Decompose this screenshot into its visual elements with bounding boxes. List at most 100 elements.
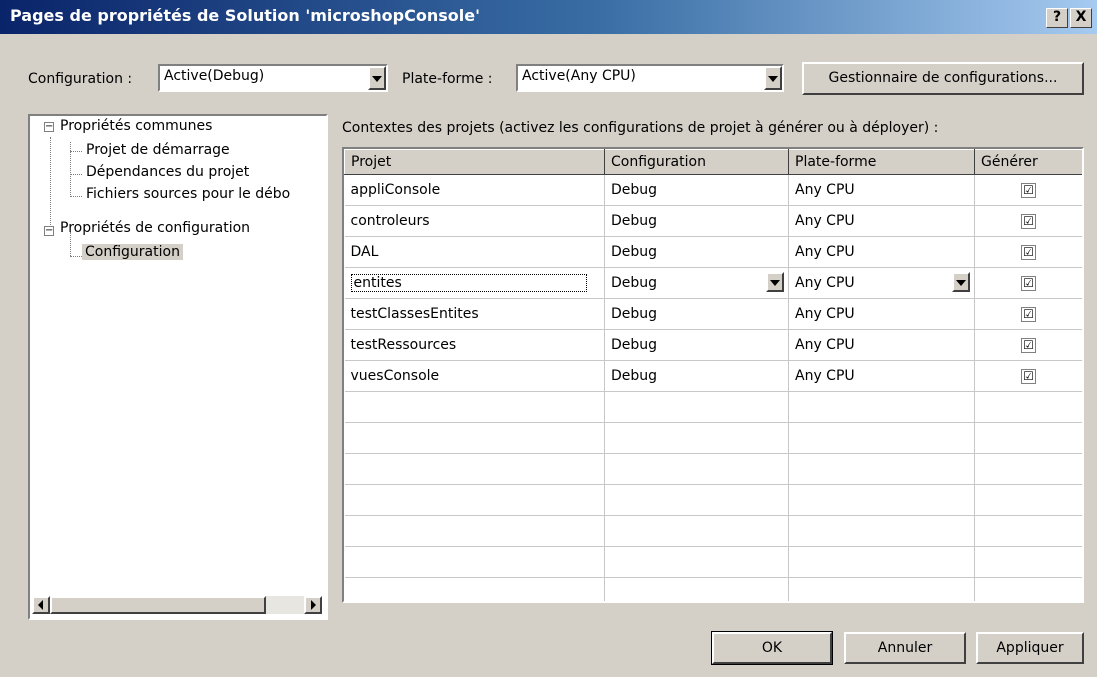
table-row[interactable]: appliConsole Debug Any CPU ☑ bbox=[344, 174, 1082, 206]
configuration-dropdown-arrow[interactable] bbox=[368, 66, 386, 90]
platform-cell[interactable]: Any CPU bbox=[788, 205, 975, 237]
arrow-right-icon bbox=[311, 600, 316, 610]
table-header-row: Projet Configuration Plate-forme Générer bbox=[344, 149, 1082, 175]
platform-select[interactable]: Active(Any CPU) bbox=[516, 64, 784, 92]
scroll-left-button[interactable] bbox=[32, 596, 50, 614]
empty-cell bbox=[974, 453, 1082, 485]
platform-cell[interactable]: Any CPU bbox=[788, 360, 975, 392]
window-title: Pages de propriétés de Solution 'microsh… bbox=[10, 6, 480, 25]
configuration-cell[interactable]: Debug bbox=[604, 329, 789, 361]
project-cell[interactable]: appliConsole bbox=[344, 174, 605, 206]
cancel-button[interactable]: Annuler bbox=[844, 632, 966, 664]
tree-item-common-properties[interactable]: Propriétés communes bbox=[60, 118, 212, 134]
platform-cell-text: Any CPU bbox=[795, 275, 855, 291]
build-checkbox[interactable]: ☑ bbox=[1021, 275, 1036, 291]
empty-row bbox=[344, 391, 1082, 423]
configuration-select-value: Active(Debug) bbox=[164, 68, 265, 84]
configuration-cell[interactable]: Debug bbox=[604, 174, 789, 206]
build-cell: ☑ bbox=[974, 205, 1082, 237]
table-row-selected[interactable]: entites Debug Any CPU ☑ bbox=[344, 267, 1082, 299]
tree-line bbox=[50, 137, 51, 235]
project-cell[interactable]: DAL bbox=[344, 236, 605, 268]
build-checkbox[interactable]: ☑ bbox=[1021, 244, 1036, 260]
table-row[interactable]: DAL Debug Any CPU ☑ bbox=[344, 236, 1082, 268]
project-cell[interactable]: testRessources bbox=[344, 329, 605, 361]
platform-dropdown-arrow[interactable] bbox=[764, 66, 782, 90]
tree-item-debug-source-files[interactable]: Fichiers sources pour le débo bbox=[86, 186, 290, 202]
build-cell: ☑ bbox=[974, 329, 1082, 361]
build-cell: ☑ bbox=[974, 298, 1082, 330]
platform-cell[interactable]: Any CPU bbox=[788, 236, 975, 268]
project-contexts-grid: Projet Configuration Plate-forme Générer… bbox=[342, 147, 1084, 603]
tree-line bbox=[70, 196, 82, 197]
table-row[interactable]: testRessources Debug Any CPU ☑ bbox=[344, 329, 1082, 361]
empty-cell bbox=[974, 484, 1082, 516]
empty-cell bbox=[604, 453, 789, 485]
build-cell: ☑ bbox=[974, 236, 1082, 268]
title-bar: Pages de propriétés de Solution 'microsh… bbox=[0, 0, 1097, 34]
empty-cell bbox=[344, 391, 605, 423]
empty-row bbox=[344, 577, 1082, 601]
project-cell[interactable]: controleurs bbox=[344, 205, 605, 237]
grid-heading: Contextes des projets (activez les confi… bbox=[342, 120, 939, 136]
build-checkbox[interactable]: ☑ bbox=[1021, 306, 1036, 322]
platform-cell-dropdown[interactable]: Any CPU bbox=[788, 267, 975, 299]
column-header-project[interactable]: Projet bbox=[344, 149, 605, 175]
apply-button[interactable]: Appliquer bbox=[976, 632, 1084, 664]
build-checkbox[interactable]: ☑ bbox=[1021, 182, 1036, 198]
empty-cell bbox=[604, 546, 789, 578]
close-button[interactable]: X bbox=[1070, 8, 1092, 28]
empty-cell bbox=[344, 422, 605, 454]
empty-cell bbox=[788, 422, 975, 454]
property-tree: − Propriétés communes Projet de démarrag… bbox=[28, 114, 328, 620]
configuration-cell[interactable]: Debug bbox=[604, 360, 789, 392]
tree-line bbox=[70, 142, 71, 195]
tree-item-configuration[interactable]: Configuration bbox=[82, 244, 183, 260]
table-row[interactable]: testClassesEntites Debug Any CPU ☑ bbox=[344, 298, 1082, 330]
scroll-right-button[interactable] bbox=[304, 596, 322, 614]
help-button[interactable]: ? bbox=[1046, 8, 1068, 28]
project-cell[interactable]: testClassesEntites bbox=[344, 298, 605, 330]
tree-item-startup-project[interactable]: Projet de démarrage bbox=[86, 142, 230, 158]
platform-label: Plate-forme : bbox=[402, 71, 493, 87]
empty-cell bbox=[788, 453, 975, 485]
horizontal-scrollbar-thumb[interactable] bbox=[50, 596, 266, 614]
tree-line bbox=[70, 174, 82, 175]
platform-cell[interactable]: Any CPU bbox=[788, 298, 975, 330]
platform-cell[interactable]: Any CPU bbox=[788, 329, 975, 361]
empty-cell bbox=[974, 515, 1082, 547]
configuration-cell[interactable]: Debug bbox=[604, 205, 789, 237]
table-row[interactable]: vuesConsole Debug Any CPU ☑ bbox=[344, 360, 1082, 392]
configuration-select[interactable]: Active(Debug) bbox=[158, 64, 388, 92]
empty-cell bbox=[788, 391, 975, 423]
empty-cell bbox=[604, 422, 789, 454]
table-row[interactable]: controleurs Debug Any CPU ☑ bbox=[344, 205, 1082, 237]
column-header-platform[interactable]: Plate-forme bbox=[788, 149, 975, 175]
empty-cell bbox=[788, 546, 975, 578]
empty-cell bbox=[974, 422, 1082, 454]
tree-item-configuration-properties[interactable]: Propriétés de configuration bbox=[60, 220, 250, 236]
column-header-configuration[interactable]: Configuration bbox=[604, 149, 789, 175]
empty-cell bbox=[974, 577, 1082, 601]
collapse-icon[interactable]: − bbox=[44, 226, 54, 236]
empty-cell bbox=[788, 577, 975, 601]
configuration-cell-dropdown[interactable]: Debug bbox=[604, 267, 789, 299]
platform-cell-dropdown-arrow[interactable] bbox=[952, 272, 970, 292]
tree-line bbox=[70, 151, 82, 152]
configuration-manager-button[interactable]: Gestionnaire de configurations... bbox=[802, 62, 1084, 95]
build-checkbox[interactable]: ☑ bbox=[1021, 368, 1036, 384]
empty-row bbox=[344, 422, 1082, 454]
build-checkbox[interactable]: ☑ bbox=[1021, 213, 1036, 229]
tree-item-project-dependencies[interactable]: Dépendances du projet bbox=[86, 164, 249, 180]
configuration-cell-dropdown-arrow[interactable] bbox=[766, 272, 784, 292]
platform-cell[interactable]: Any CPU bbox=[788, 174, 975, 206]
collapse-icon[interactable]: − bbox=[44, 122, 54, 132]
column-header-build[interactable]: Générer bbox=[974, 149, 1082, 175]
project-cell[interactable]: vuesConsole bbox=[344, 360, 605, 392]
empty-cell bbox=[604, 391, 789, 423]
configuration-cell[interactable]: Debug bbox=[604, 236, 789, 268]
build-checkbox[interactable]: ☑ bbox=[1021, 337, 1036, 353]
project-cell-focused[interactable]: entites bbox=[344, 267, 605, 299]
configuration-cell[interactable]: Debug bbox=[604, 298, 789, 330]
ok-button[interactable]: OK bbox=[711, 631, 833, 665]
